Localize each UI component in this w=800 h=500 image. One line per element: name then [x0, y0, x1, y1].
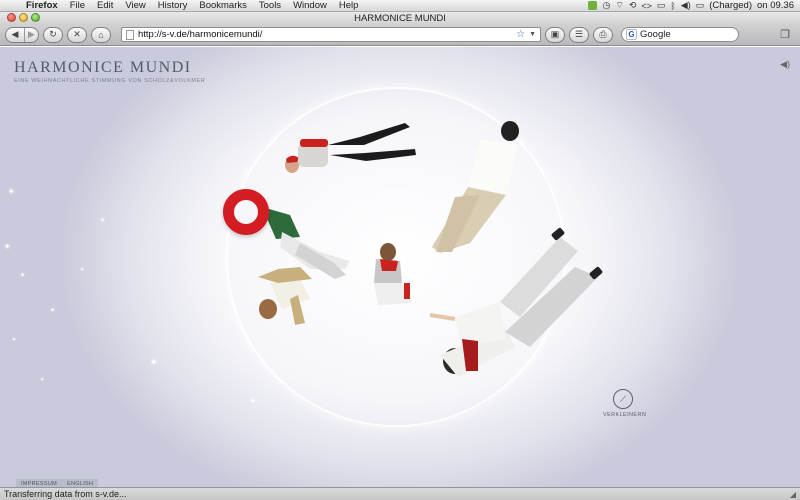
tab-overview-icon[interactable]: ❐	[780, 28, 790, 41]
red-ring-toy[interactable]	[223, 189, 269, 235]
menu-bookmarks[interactable]: Bookmarks	[193, 0, 253, 11]
figure-green-with-ring[interactable]	[262, 207, 350, 279]
minimize-window-button[interactable]	[19, 13, 28, 22]
menu-help[interactable]: Help	[333, 0, 365, 11]
figures-illustration	[258, 121, 603, 377]
menu-tools[interactable]: Tools	[253, 0, 287, 11]
english-link[interactable]: ENGLISH	[62, 479, 99, 487]
zoom-window-button[interactable]	[31, 13, 40, 22]
bookmark-star-icon[interactable]: ☆	[516, 29, 525, 40]
time-machine-icon[interactable]: ⟲	[629, 0, 637, 11]
battery-icon[interactable]: ▭	[696, 0, 705, 11]
bluetooth-icon[interactable]: ᛒ	[670, 1, 675, 11]
page-content: HARMONICE MUNDI EINE WEIHNACHTLICHE STIM…	[0, 47, 800, 487]
forward-button[interactable]: ▶	[24, 27, 38, 42]
figure-woman-grey-center[interactable]	[374, 243, 412, 305]
figure-woman-red-top[interactable]	[285, 123, 416, 173]
google-icon[interactable]: G	[626, 29, 637, 40]
impressum-link[interactable]: IMPRESSUM	[16, 479, 63, 487]
window-title-bar: HARMONICE MUNDI	[0, 12, 800, 24]
status-bar: Transferring data from s-v.de... ◢	[0, 487, 800, 500]
wifi-icon[interactable]: ⌔	[615, 0, 623, 11]
reload-button[interactable]: ↻	[43, 26, 63, 43]
zoom-out-control[interactable]: ⟋ VERKLEINERN	[603, 389, 646, 418]
display-icon[interactable]: ▭	[657, 0, 666, 11]
nav-buttons: ◀ ▶	[5, 26, 39, 43]
menu-clock[interactable]: on 09.36	[757, 0, 794, 11]
window-controls	[7, 13, 40, 22]
menu-history[interactable]: History	[152, 0, 194, 11]
url-text[interactable]: http://s-v.de/harmonicemundi/	[138, 29, 512, 40]
url-dropdown-icon[interactable]: ▼	[529, 31, 536, 38]
search-input[interactable]: Google	[640, 29, 671, 40]
zoom-label[interactable]: VERKLEINERN	[603, 412, 646, 418]
figure-man-white-right[interactable]	[432, 121, 519, 253]
status-app-icon[interactable]	[588, 1, 598, 10]
close-window-button[interactable]	[7, 13, 16, 22]
print-button[interactable]: ⎙	[593, 26, 613, 43]
menu-view[interactable]: View	[119, 0, 151, 11]
figure-child-beige[interactable]	[258, 267, 312, 325]
code-icon[interactable]: <>	[641, 1, 652, 11]
url-bar[interactable]: http://s-v.de/harmonicemundi/ ☆ ▼	[121, 27, 541, 42]
stop-button[interactable]: ✕	[67, 26, 87, 43]
feed-button[interactable]: ☰	[569, 26, 589, 43]
home-button[interactable]: ⌂	[91, 26, 111, 43]
figure-man-grey-bottom-right[interactable]	[429, 227, 603, 377]
mac-menu-bar: Firefox File Edit View History Bookmarks…	[0, 0, 800, 12]
browser-toolbar: ◀ ▶ ↻ ✕ ⌂ http://s-v.de/harmonicemundi/ …	[0, 24, 800, 46]
menu-window[interactable]: Window	[287, 0, 333, 11]
search-bar[interactable]: G Google	[621, 27, 739, 42]
volume-icon[interactable]: ◀)	[681, 0, 691, 11]
page-tools-button[interactable]: ▣	[545, 26, 565, 43]
battery-status: (Charged)	[709, 0, 753, 11]
menu-app[interactable]: Firefox	[20, 0, 64, 11]
footer-links: IMPRESSUM ENGLISH	[16, 479, 99, 487]
page-icon	[126, 29, 134, 40]
resize-grip-icon[interactable]: ◢	[790, 490, 796, 499]
window-title: HARMONICE MUNDI	[354, 12, 446, 24]
menu-edit[interactable]: Edit	[91, 0, 119, 11]
menu-file[interactable]: File	[64, 0, 91, 11]
back-button[interactable]: ◀	[6, 28, 24, 42]
menu-status-area: ◷ ⌔ ⟲ <> ▭ ᛒ ◀) ▭ (Charged) on 09.36	[588, 0, 800, 11]
clock-sync-icon[interactable]: ◷	[602, 0, 610, 11]
zoom-dial-icon[interactable]: ⟋	[613, 389, 633, 409]
status-message: Transferring data from s-v.de...	[4, 489, 127, 499]
